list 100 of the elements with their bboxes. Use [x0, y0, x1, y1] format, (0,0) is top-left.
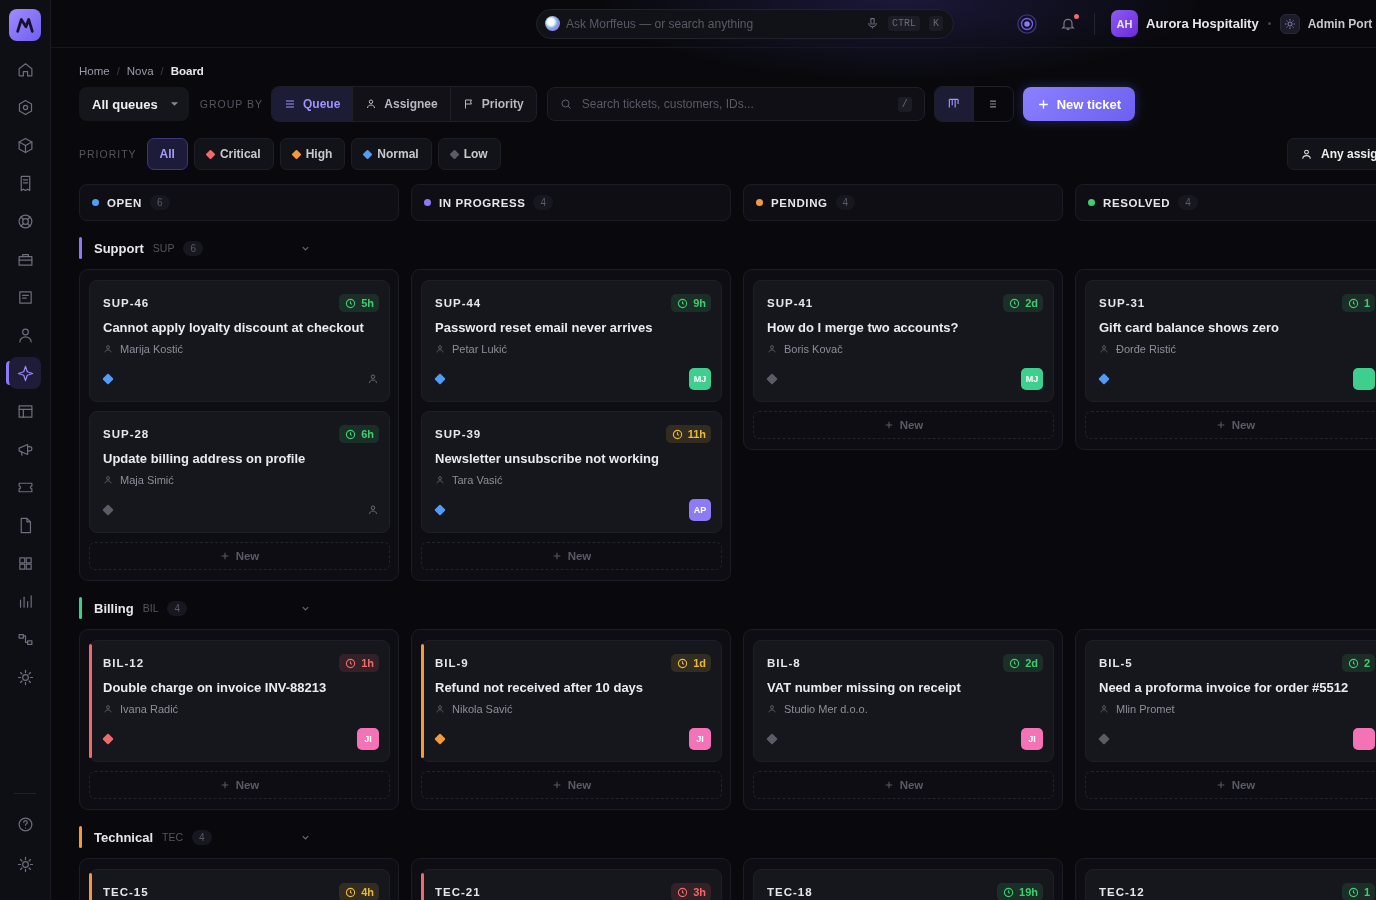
ticket-id: SUP-44 [435, 297, 482, 309]
grid-icon [16, 554, 34, 572]
breadcrumb-separator: / [160, 65, 164, 77]
sla-time: 11h [687, 428, 706, 440]
person-icon [767, 704, 777, 714]
nav-button[interactable] [9, 357, 41, 389]
ticket-card[interactable]: SUP-44 9h Password reset email never arrives Petar Lukić MJ [421, 280, 722, 402]
ticket-id: TEC-15 [103, 886, 149, 898]
ticket-title: Need a proforma invoice for order #5512 [1099, 680, 1350, 695]
lifebuoy-icon [16, 212, 34, 230]
ticket-card[interactable]: SUP-31 1 Gift card balance shows zero Đorđe Ristić [1085, 280, 1376, 402]
ticket-card[interactable]: BIL-9 1d Refund not received after 10 days Nikola Savić JI [421, 640, 722, 762]
ticket-title: Update billing address on profile [103, 451, 307, 466]
assignee-filter-button[interactable]: Any assig [1287, 138, 1376, 170]
column-title: PENDING [771, 196, 828, 209]
search-field[interactable]: Search tickets, customers, IDs... [581, 97, 885, 111]
clock-icon [1347, 886, 1359, 898]
customer-name: Ivana Radić [120, 703, 179, 715]
ticket-id: TEC-12 [1099, 886, 1145, 898]
unassigned-icon[interactable] [367, 504, 379, 516]
account-name[interactable]: Aurora Hospitality [1146, 16, 1259, 31]
ticket-card[interactable]: TEC-18 19h [753, 869, 1054, 900]
ticket-card[interactable]: SUP-39 11h Newsletter unsubscribe not working Tara Vasić AP [421, 411, 722, 533]
breadcrumb-link[interactable]: Board [170, 65, 204, 77]
help-icon [16, 815, 34, 833]
group-by-tab[interactable]: Priority [450, 87, 536, 121]
board-icon [947, 97, 962, 111]
user-icon [16, 326, 34, 344]
group-by-tab[interactable]: Queue [272, 87, 354, 121]
board-view-button[interactable] [934, 87, 974, 121]
ticket-title: Newsletter unsubscribe not working [435, 451, 660, 466]
column-title: IN PROGRESS [439, 196, 526, 209]
breadcrumb-link[interactable]: Nova [126, 65, 154, 77]
customer-name: Maja Simić [120, 474, 174, 486]
assignee-avatar: JI [1021, 728, 1043, 750]
ticket-card[interactable]: TEC-15 4h [89, 869, 390, 900]
ticket-id: SUP-31 [1099, 297, 1146, 309]
ticket-card[interactable]: BIL-8 2d VAT number missing on receipt Studio Mer d.o.o. JI [753, 640, 1054, 762]
group-by-tab[interactable]: Assignee [353, 87, 451, 121]
note-icon [16, 288, 34, 306]
plus-icon [551, 780, 562, 790]
ticket-card[interactable]: BIL-5 2 Need a proforma invoice for order #5512 Mlin Promet [1085, 640, 1376, 762]
sla-time: 9h [693, 297, 706, 309]
ticket-id: TEC-21 [435, 886, 481, 898]
person-icon [767, 344, 777, 354]
radar-icon[interactable] [1016, 12, 1038, 35]
ticket-card[interactable]: BIL-12 1h Double charge on invoice INV-88213 Ivana Radić JI [89, 640, 390, 762]
ticket-title: Password reset email never arrives [435, 320, 654, 335]
sla-time: 6h [361, 428, 374, 440]
priority-label: PRIORITY [79, 148, 137, 160]
priority-chip[interactable]: Normal [351, 138, 432, 170]
person-icon [103, 344, 113, 354]
ask-input[interactable]: Ask Morffeus — or search anything [566, 16, 860, 31]
clock-icon [1347, 297, 1359, 309]
clock-icon [677, 657, 689, 669]
table-icon [16, 402, 34, 420]
person-icon [1300, 147, 1313, 161]
group-name: Billing [94, 600, 134, 616]
account-avatar[interactable]: AH [1111, 10, 1138, 37]
shortcut-key: CTRL [887, 16, 920, 31]
priority-chip[interactable]: Low [437, 138, 501, 170]
priority-chip[interactable]: Critical [193, 138, 274, 170]
customer-name: Đorđe Ristić [1116, 343, 1176, 355]
ticket-card[interactable]: SUP-41 2d How do I merge two accounts? Boris Kovač MJ [753, 280, 1054, 402]
ticket-id: SUP-39 [435, 428, 482, 440]
clock-icon [677, 297, 689, 309]
sla-time: 4h [361, 886, 374, 898]
new-ticket-button[interactable]: New ticket [1022, 87, 1136, 121]
logo-icon[interactable] [9, 9, 41, 41]
ticket-card[interactable]: TEC-12 1 [1085, 869, 1376, 900]
column-count: 6 [150, 195, 170, 210]
ticket-card[interactable]: SUP-28 6h Update billing address on profile Maja Simić [89, 411, 390, 533]
clock-icon [1347, 657, 1359, 669]
customer-name: Mlin Promet [1116, 703, 1175, 715]
column-title: OPEN [107, 196, 142, 209]
clock-icon [1009, 297, 1021, 309]
plus-icon [1215, 780, 1226, 790]
plus-icon [219, 780, 230, 790]
assignee-avatar: MJ [689, 368, 711, 390]
ticket-card[interactable]: SUP-46 5h Cannot apply loyalty discount at checkout Marija Kostić [89, 280, 390, 402]
clock-icon [345, 886, 357, 898]
breadcrumb-link[interactable]: Home [79, 65, 110, 77]
bell-icon[interactable] [1060, 15, 1076, 32]
ticket-card[interactable]: TEC-21 3h [421, 869, 722, 900]
sla-time: 5h [361, 297, 374, 309]
priority-chip[interactable]: All [146, 138, 188, 170]
unassigned-icon[interactable] [367, 373, 379, 385]
sun-icon [16, 855, 34, 873]
column-count: 4 [1178, 195, 1198, 210]
clock-icon [1009, 657, 1021, 669]
microphone-icon [865, 17, 879, 30]
portal-name[interactable]: Admin Port [1307, 16, 1373, 31]
priority-chip[interactable]: High [279, 138, 346, 170]
plus-icon [883, 780, 894, 790]
group-code: TEC [162, 831, 183, 843]
queue-dropdown[interactable]: All queues [79, 87, 189, 121]
flag-icon [462, 98, 475, 110]
ticket-title: Cannot apply loyalty discount at checkout [103, 320, 365, 335]
customer-name: Tara Vasić [452, 474, 503, 486]
home-icon [16, 60, 34, 78]
